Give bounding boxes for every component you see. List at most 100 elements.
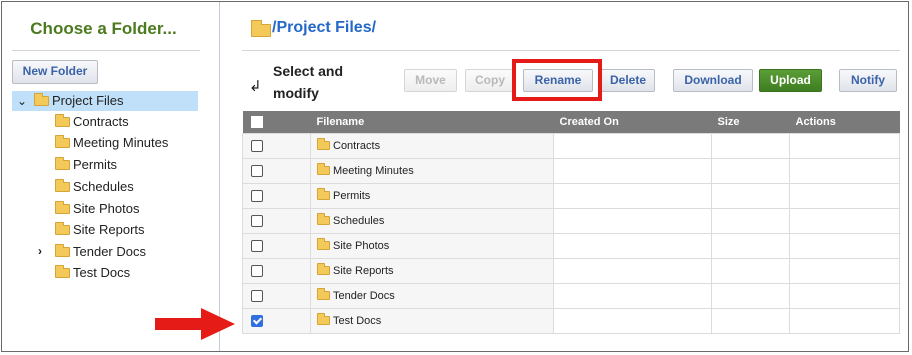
row-checkbox[interactable] — [251, 190, 263, 203]
new-folder-button[interactable]: New Folder — [12, 60, 98, 84]
size-cell — [711, 183, 790, 209]
column-header-filename[interactable]: Filename — [310, 111, 554, 134]
row-select-cell[interactable] — [242, 308, 311, 334]
filename-cell[interactable]: Contracts — [310, 133, 554, 159]
upload-button[interactable]: Upload — [759, 69, 822, 92]
tree-item-project-files[interactable]: ⌄ Project Files — [12, 91, 198, 111]
app-frame: Choose a Folder... New Folder ⌄ Project … — [1, 1, 909, 352]
table-row[interactable]: Schedules — [242, 208, 900, 234]
folder-icon — [55, 157, 70, 170]
actions-cell — [789, 183, 900, 209]
column-header-actions: Actions — [789, 111, 900, 134]
delete-button[interactable]: Delete — [601, 69, 655, 92]
move-button[interactable]: Move — [404, 69, 457, 92]
row-select-cell[interactable] — [242, 183, 311, 209]
row-select-cell[interactable] — [242, 208, 311, 234]
created-on-cell — [553, 308, 712, 334]
actions-cell — [789, 308, 900, 334]
actions-cell — [789, 133, 900, 159]
row-checkbox[interactable] — [251, 240, 263, 253]
notify-button[interactable]: Notify — [839, 69, 897, 92]
filename-link[interactable]: Test Docs — [333, 315, 381, 327]
divider — [12, 50, 200, 51]
table-row[interactable]: Test Docs — [242, 308, 900, 334]
select-all-header[interactable] — [242, 111, 311, 134]
size-cell — [711, 258, 790, 284]
filename-link[interactable]: Schedules — [333, 215, 384, 227]
filename-link[interactable]: Tender Docs — [333, 290, 395, 302]
created-on-cell — [553, 133, 712, 159]
folder-icon — [317, 312, 330, 325]
file-table: Filename Created On Size Actions Contrac… — [242, 111, 900, 334]
tree-item-site-reports[interactable]: Site Reports — [55, 220, 145, 240]
size-cell — [711, 233, 790, 259]
filename-link[interactable]: Permits — [333, 190, 370, 202]
tree-item-permits[interactable]: Permits — [55, 155, 117, 175]
filename-cell[interactable]: Site Photos — [310, 233, 554, 259]
copy-button[interactable]: Copy — [465, 69, 515, 92]
tree-item-label: Test Docs — [73, 265, 131, 280]
tree-item-meeting-minutes[interactable]: Meeting Minutes — [55, 133, 168, 153]
folder-icon — [317, 212, 330, 225]
filename-link[interactable]: Contracts — [333, 140, 380, 152]
select-and-modify-label: Select and modify — [273, 63, 344, 101]
table-row[interactable]: Permits — [242, 183, 900, 209]
table-row[interactable]: Site Reports — [242, 258, 900, 284]
chevron-down-icon[interactable]: ⌄ — [17, 91, 27, 111]
folder-icon — [317, 262, 330, 275]
table-row[interactable]: Tender Docs — [242, 283, 900, 309]
created-on-cell — [553, 283, 712, 309]
table-row[interactable]: Meeting Minutes — [242, 158, 900, 184]
row-select-cell[interactable] — [242, 233, 311, 259]
table-row[interactable]: Site Photos — [242, 233, 900, 259]
created-on-cell — [553, 158, 712, 184]
tree-item-test-docs[interactable]: Test Docs — [55, 263, 130, 283]
row-checkbox[interactable] — [251, 290, 263, 303]
size-cell — [711, 208, 790, 234]
row-checkbox[interactable] — [251, 165, 263, 178]
folder-icon — [317, 287, 330, 300]
tree-item-contracts[interactable]: Contracts — [55, 112, 129, 132]
divider — [242, 50, 900, 51]
red-arrow-annotation — [155, 308, 235, 340]
row-checkbox-checked[interactable] — [251, 315, 263, 328]
actions-cell — [789, 233, 900, 259]
folder-icon — [55, 265, 70, 278]
row-select-cell[interactable] — [242, 258, 311, 284]
row-checkbox[interactable] — [251, 265, 263, 278]
filename-cell[interactable]: Permits — [310, 183, 554, 209]
column-header-size[interactable]: Size — [711, 111, 790, 134]
folder-icon — [317, 162, 330, 175]
row-select-cell[interactable] — [242, 158, 311, 184]
filename-cell[interactable]: Tender Docs — [310, 283, 554, 309]
tree-item-label: Meeting Minutes — [73, 135, 169, 150]
column-header-created-on[interactable]: Created On — [553, 111, 712, 134]
tree-item-label: Project Files — [52, 93, 124, 108]
tree-item-site-photos[interactable]: Site Photos — [55, 199, 140, 219]
row-checkbox[interactable] — [251, 215, 263, 228]
folder-icon — [317, 187, 330, 200]
current-path[interactable]: /Project Files/ — [272, 19, 376, 37]
select-all-checkbox[interactable] — [250, 116, 263, 129]
filename-cell[interactable]: Test Docs — [310, 308, 554, 334]
row-checkbox[interactable] — [251, 140, 263, 153]
filename-link[interactable]: Site Reports — [333, 265, 394, 277]
filename-link[interactable]: Site Photos — [333, 240, 389, 252]
filename-cell[interactable]: Meeting Minutes — [310, 158, 554, 184]
chevron-right-icon[interactable]: › — [38, 241, 42, 261]
folder-icon — [34, 93, 49, 106]
filename-cell[interactable]: Schedules — [310, 208, 554, 234]
row-select-cell[interactable] — [242, 283, 311, 309]
size-cell — [711, 308, 790, 334]
table-row[interactable]: Contracts — [242, 133, 900, 159]
size-cell — [711, 283, 790, 309]
row-select-cell[interactable] — [242, 133, 311, 159]
filename-cell[interactable]: Site Reports — [310, 258, 554, 284]
actions-cell — [789, 283, 900, 309]
download-button[interactable]: Download — [673, 69, 753, 92]
folder-icon — [55, 135, 70, 148]
corner-arrow-icon: ↲ — [249, 78, 262, 95]
tree-item-schedules[interactable]: Schedules — [55, 177, 134, 197]
actions-cell — [789, 258, 900, 284]
filename-link[interactable]: Meeting Minutes — [333, 165, 414, 177]
